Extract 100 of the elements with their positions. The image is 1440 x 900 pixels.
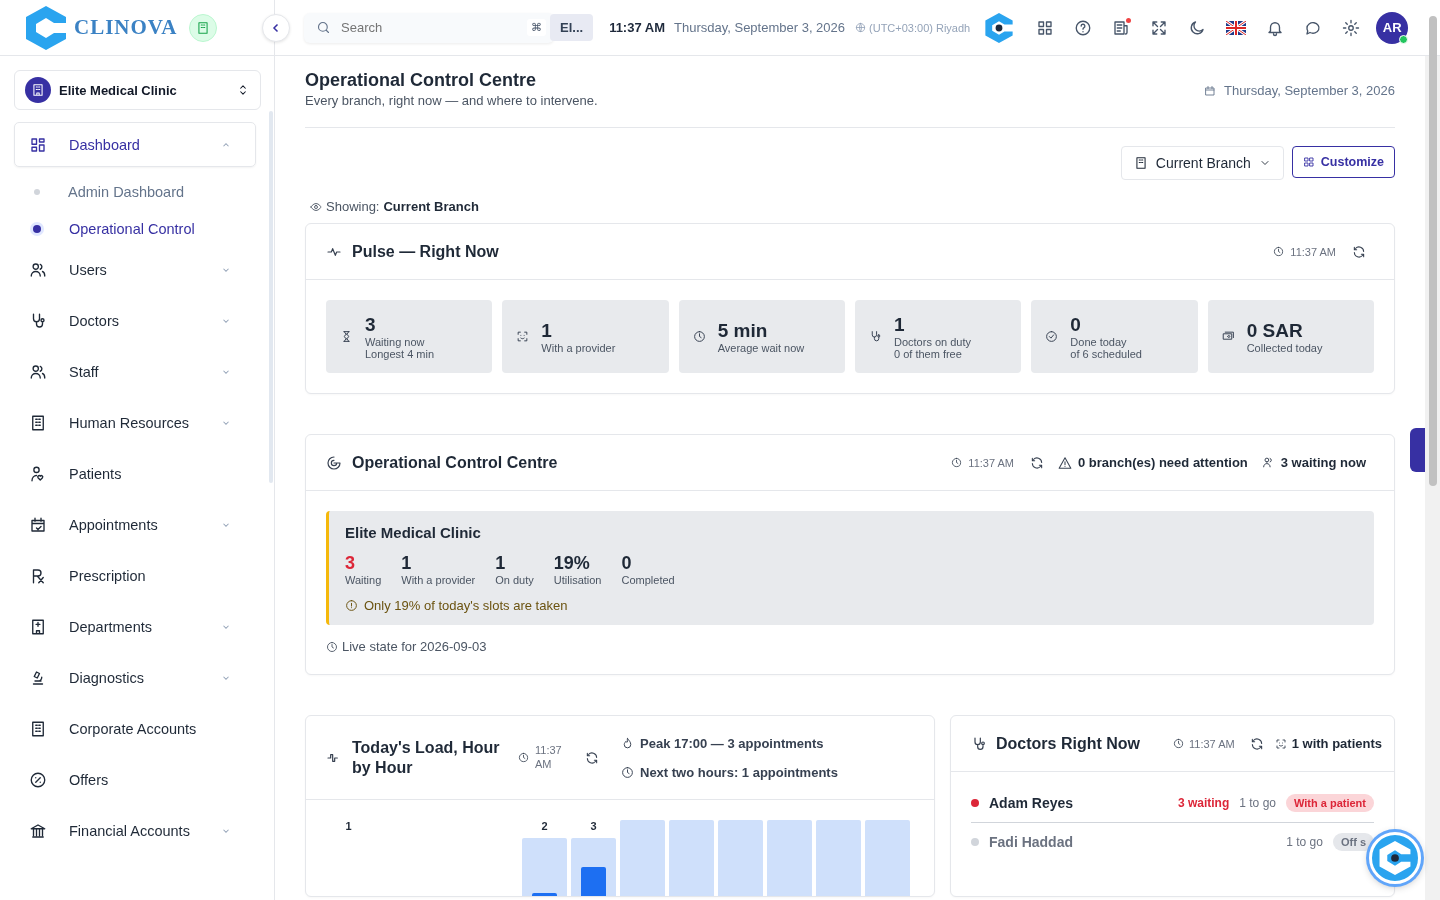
people-icon <box>29 362 47 381</box>
submenu-item[interactable]: Admin Dashboard <box>24 173 256 210</box>
updated-time: 11:37 AM <box>968 456 1014 469</box>
calendar-icon <box>29 515 47 534</box>
clock-icon <box>1273 246 1285 257</box>
with-patients-count: 1 with patients <box>1291 736 1382 751</box>
branch-chip[interactable]: El... <box>550 14 594 41</box>
grid-icon <box>1302 156 1315 168</box>
updated-time: 11:37 AM <box>1290 245 1336 258</box>
user-avatar[interactable]: AR <box>1376 11 1409 44</box>
waiting-count: 3 waiting now <box>1280 455 1366 470</box>
fullscreen-icon <box>1150 18 1169 37</box>
side-tab[interactable] <box>1410 428 1425 472</box>
sidebar-item[interactable]: Doctors <box>14 298 256 343</box>
metric-label: Completed <box>621 574 675 586</box>
attention-count: 0 branch(es) need attention <box>1078 455 1248 470</box>
sidebar-item[interactable]: Users <box>14 247 256 292</box>
news-button[interactable] <box>1112 18 1131 37</box>
clock-icon <box>518 752 529 763</box>
sidebar-item[interactable]: Dashboard <box>14 122 256 167</box>
sidebar-item[interactable]: Offers <box>14 757 256 802</box>
sidebar-item[interactable]: Patients <box>14 451 256 496</box>
cash-icon <box>1221 330 1235 343</box>
moon-icon <box>1188 18 1207 37</box>
submenu-item[interactable]: Operational Control <box>24 210 256 247</box>
search-input[interactable]: Search <box>339 19 519 36</box>
card-title: Pulse — Right Now <box>352 242 499 261</box>
sidebar-item[interactable]: Financial Accounts <box>14 808 256 853</box>
sidebar-item[interactable]: Corporate Accounts <box>14 706 256 751</box>
stat-value: 0 <box>1070 313 1082 336</box>
logo-text: CLINOVA <box>74 15 178 40</box>
card-title: Operational Control Centre <box>352 453 558 472</box>
building-icon <box>29 413 47 432</box>
sidebar-item[interactable]: Staff <box>14 349 256 394</box>
timezone: (UTC+03:00) Riyadh <box>869 21 971 34</box>
stat-value: 1 <box>541 319 553 342</box>
branch-dropdown[interactable]: Current Branch <box>1120 146 1284 180</box>
status-badge: Off s <box>1332 833 1374 851</box>
metric-label: With a provider <box>401 574 476 586</box>
sidebar-item[interactable]: Appointments <box>14 502 256 547</box>
sidebar-item[interactable]: Departments <box>14 604 256 649</box>
people-icon <box>29 260 47 279</box>
sidebar-item[interactable]: Human Resources <box>14 400 256 445</box>
clock-icon <box>692 330 706 343</box>
stat-label: Longest 4 min <box>365 347 435 360</box>
updated-time: 11:37 AM <box>535 744 563 771</box>
stethoscope-icon <box>869 330 882 343</box>
stat-value: 3 <box>365 313 377 336</box>
metric-value: 19% <box>553 553 591 574</box>
hospital-icon <box>29 617 47 636</box>
page-date: Thursday, September 3, 2026 <box>1223 83 1395 98</box>
metric-value: 0 <box>621 553 633 574</box>
face-scan-icon <box>516 330 530 343</box>
warning-text: Only 19% of today's slots are taken <box>364 598 568 613</box>
flag-icon[interactable] <box>1226 20 1247 35</box>
card-title: Today's Load, Hour by Hour <box>352 738 501 777</box>
building-icon <box>196 20 211 35</box>
waiting-count: 3 waiting <box>1177 796 1230 810</box>
showing-value: Current Branch <box>383 199 479 214</box>
logo-icon[interactable] <box>984 11 1015 44</box>
assistant-button[interactable] <box>1369 832 1421 884</box>
metric-label: On duty <box>495 574 534 586</box>
clinic-selector[interactable]: Elite Medical Clinic <box>14 70 261 110</box>
showing-label: Showing: <box>326 199 380 214</box>
stat-label: Collected today <box>1246 341 1323 354</box>
clock-icon <box>326 640 338 653</box>
sidebar-item[interactable]: Prescription <box>14 553 256 598</box>
customize-button[interactable]: Customize <box>1291 146 1395 178</box>
next-hours-text: Next two hours: 1 appointments <box>640 764 838 780</box>
grid-icon <box>29 135 47 154</box>
face-scan-icon <box>1274 737 1287 750</box>
stat-label: With a provider <box>541 341 616 354</box>
current-date: Thursday, September 3, 2026 <box>674 20 846 35</box>
refresh-icon <box>1352 244 1366 259</box>
target-icon <box>326 454 342 471</box>
stat-label: Average wait now <box>717 341 805 354</box>
help-icon <box>1074 18 1093 37</box>
percent-icon <box>29 770 47 789</box>
sidebar-item[interactable]: Diagnostics <box>14 655 256 700</box>
stat-label: 0 of them free <box>894 347 962 360</box>
live-state-text: Live state for 2026-09-03 <box>342 639 487 654</box>
flame-icon <box>621 736 634 750</box>
to-go-count: 1 to go <box>1286 835 1323 849</box>
eye-icon <box>310 200 322 213</box>
page-title: Operational Control Centre <box>305 70 538 91</box>
stat-label: Done today <box>1070 335 1128 348</box>
clock-icon <box>1173 738 1185 749</box>
current-time: 11:37 AM <box>609 20 665 35</box>
stat-value: 0 SAR <box>1246 319 1304 342</box>
collapse-button[interactable] <box>262 13 290 42</box>
page-subtitle: Every branch, right now — and where to intervene. <box>305 93 598 108</box>
status-badge: With a patient <box>1286 794 1374 812</box>
doctor-name: Adam Reyes <box>989 795 1074 811</box>
stethoscope-icon <box>971 735 987 752</box>
shortcut-key: ⌘ <box>527 19 546 36</box>
search-field[interactable]: Search ⌘ <box>304 12 554 43</box>
stat-label: Doctors on duty <box>894 335 972 348</box>
scrollbar-thumb[interactable] <box>1428 16 1437 486</box>
refresh-icon <box>1030 455 1044 470</box>
warning-icon <box>1058 455 1072 470</box>
